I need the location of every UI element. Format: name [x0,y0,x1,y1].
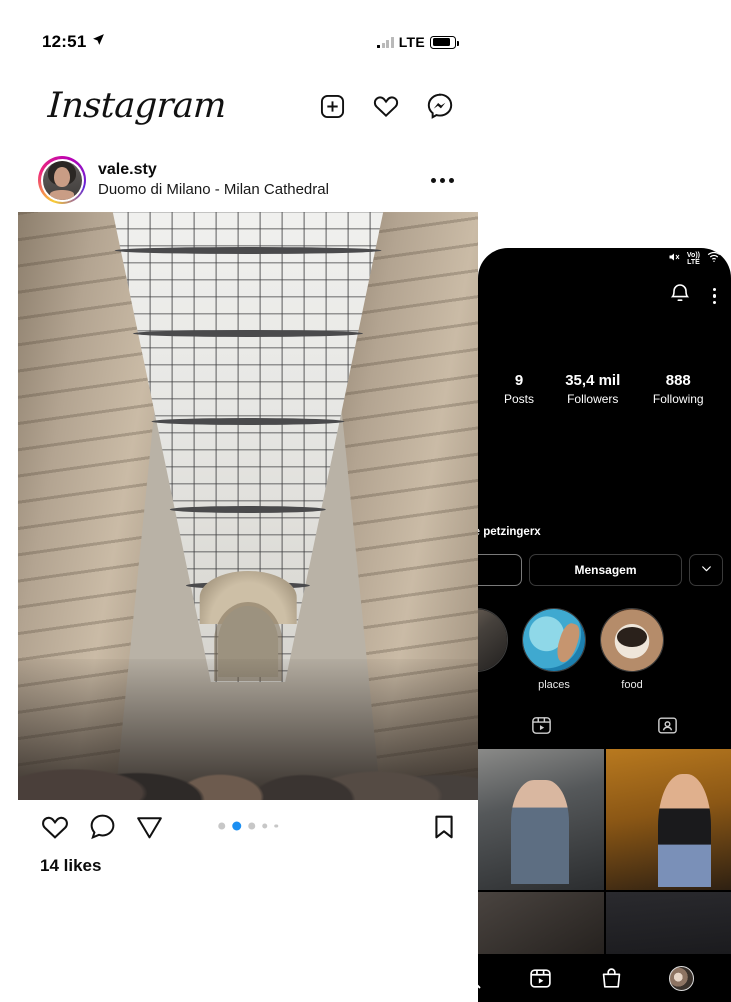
post-location[interactable]: Duomo di Milano - Milan Cathedral [98,180,417,200]
likes-count[interactable]: 14 likes [18,852,478,876]
nav-search[interactable] [478,966,483,991]
screenshot-root: 12:51 LTE Instagram vale.sty Duomo di Mi… [0,0,731,1002]
highlight-thumb [600,607,664,672]
signal-bars-icon [377,36,394,48]
highlight-thumb [478,607,508,672]
gallery-crowd [18,658,478,800]
reels-icon [530,714,553,742]
status-left: 12:51 [42,32,105,52]
location-arrow-icon [92,33,105,51]
highlight-label: places [538,678,570,691]
story-highlights: places food [478,586,731,691]
post-meta: vale.sty Duomo di Milano - Milan Cathedr… [98,160,417,200]
instagram-feed-phone: 12:51 LTE Instagram vale.sty Duomo di Mi… [18,20,478,930]
highlight-label: food [621,678,643,691]
activity-heart-icon[interactable] [372,92,400,120]
profile-stats: 9 Posts 35,4 mil Followers 888 Following [478,324,731,408]
grid-cell-2[interactable] [478,748,604,891]
like-icon[interactable] [40,812,70,847]
status-right: LTE [377,34,459,50]
instagram-header: Instagram [18,64,478,148]
stat-value: 35,4 mil [565,372,621,389]
follow-button[interactable] [478,553,522,586]
new-post-icon[interactable] [319,93,346,120]
post-action-bar [18,800,478,852]
stat-followers[interactable]: 35,4 mil Followers [550,372,636,408]
stat-label: Followers [567,391,619,406]
header-actions [319,92,454,120]
stat-value: 888 [665,372,691,389]
roof-rib [151,417,345,425]
share-icon[interactable] [135,812,164,846]
more-options-button[interactable] [689,553,723,586]
carousel-indicator [218,821,278,831]
chevron-down-icon [700,562,713,578]
avatar[interactable] [42,160,82,200]
avatar-body [49,190,75,200]
story-ring-inner [40,158,84,202]
grid-cell-3[interactable] [605,748,731,891]
profile-header [478,268,731,324]
wifi-icon [707,250,721,268]
stat-posts[interactable]: 9 Posts [488,372,550,408]
mute-icon [668,250,680,268]
nav-shop[interactable] [599,966,624,991]
followed-by-username[interactable]: petzingerx [483,526,541,538]
stat-following[interactable]: 888 Following [636,372,722,408]
battery-icon [430,35,459,49]
messenger-icon[interactable] [426,92,454,120]
instagram-logo: Instagram [46,86,228,126]
bell-icon[interactable] [668,282,692,311]
bookmark-icon[interactable] [430,815,458,845]
nav-reels[interactable] [528,966,553,991]
nav-profile[interactable] [669,965,695,991]
highlight-item-places[interactable]: places [522,607,586,691]
stat-label: Posts [503,391,534,406]
kebab-menu-icon[interactable] [710,285,720,308]
post-photo[interactable] [18,212,478,800]
stat-label: Following [652,391,704,406]
roof-rib [169,506,327,513]
feed-status-bar: 12:51 LTE [18,20,478,64]
message-button[interactable]: Mensagem [529,553,682,586]
profile-action-buttons: Mensagem [478,538,731,586]
highlight-item-food[interactable]: food [600,607,664,691]
post-actions-right [430,813,458,846]
volte-indicator: Vo)) LTE [686,252,700,266]
post-more-icon[interactable] [429,170,456,191]
clock-time: 12:51 [42,32,87,51]
tab-reels[interactable] [478,714,605,742]
network-label: LTE [398,34,425,50]
highlight-thumb [522,607,586,672]
roof-rib [133,329,363,337]
bottom-navigation [478,954,731,1002]
story-ring[interactable] [38,156,86,204]
post-header: vale.sty Duomo di Milano - Milan Cathedr… [18,148,478,212]
tagged-person-icon [656,714,679,742]
comment-icon[interactable] [88,812,117,846]
roof-rib [114,247,382,255]
highlight-item[interactable] [478,607,508,691]
followed-by-text: a e petzingerx [478,408,731,538]
profile-status-bar: Vo)) LTE [478,248,731,268]
stat-value: 9 [514,372,524,389]
profile-avatar-icon [669,965,695,991]
tab-tagged[interactable] [605,714,731,742]
profile-tabs [478,707,731,749]
post-actions-left [40,812,164,847]
post-username[interactable]: vale.sty [98,160,417,180]
instagram-profile-phone: Vo)) LTE 9 Posts 35,4 mil Followers 888 … [478,248,731,1002]
